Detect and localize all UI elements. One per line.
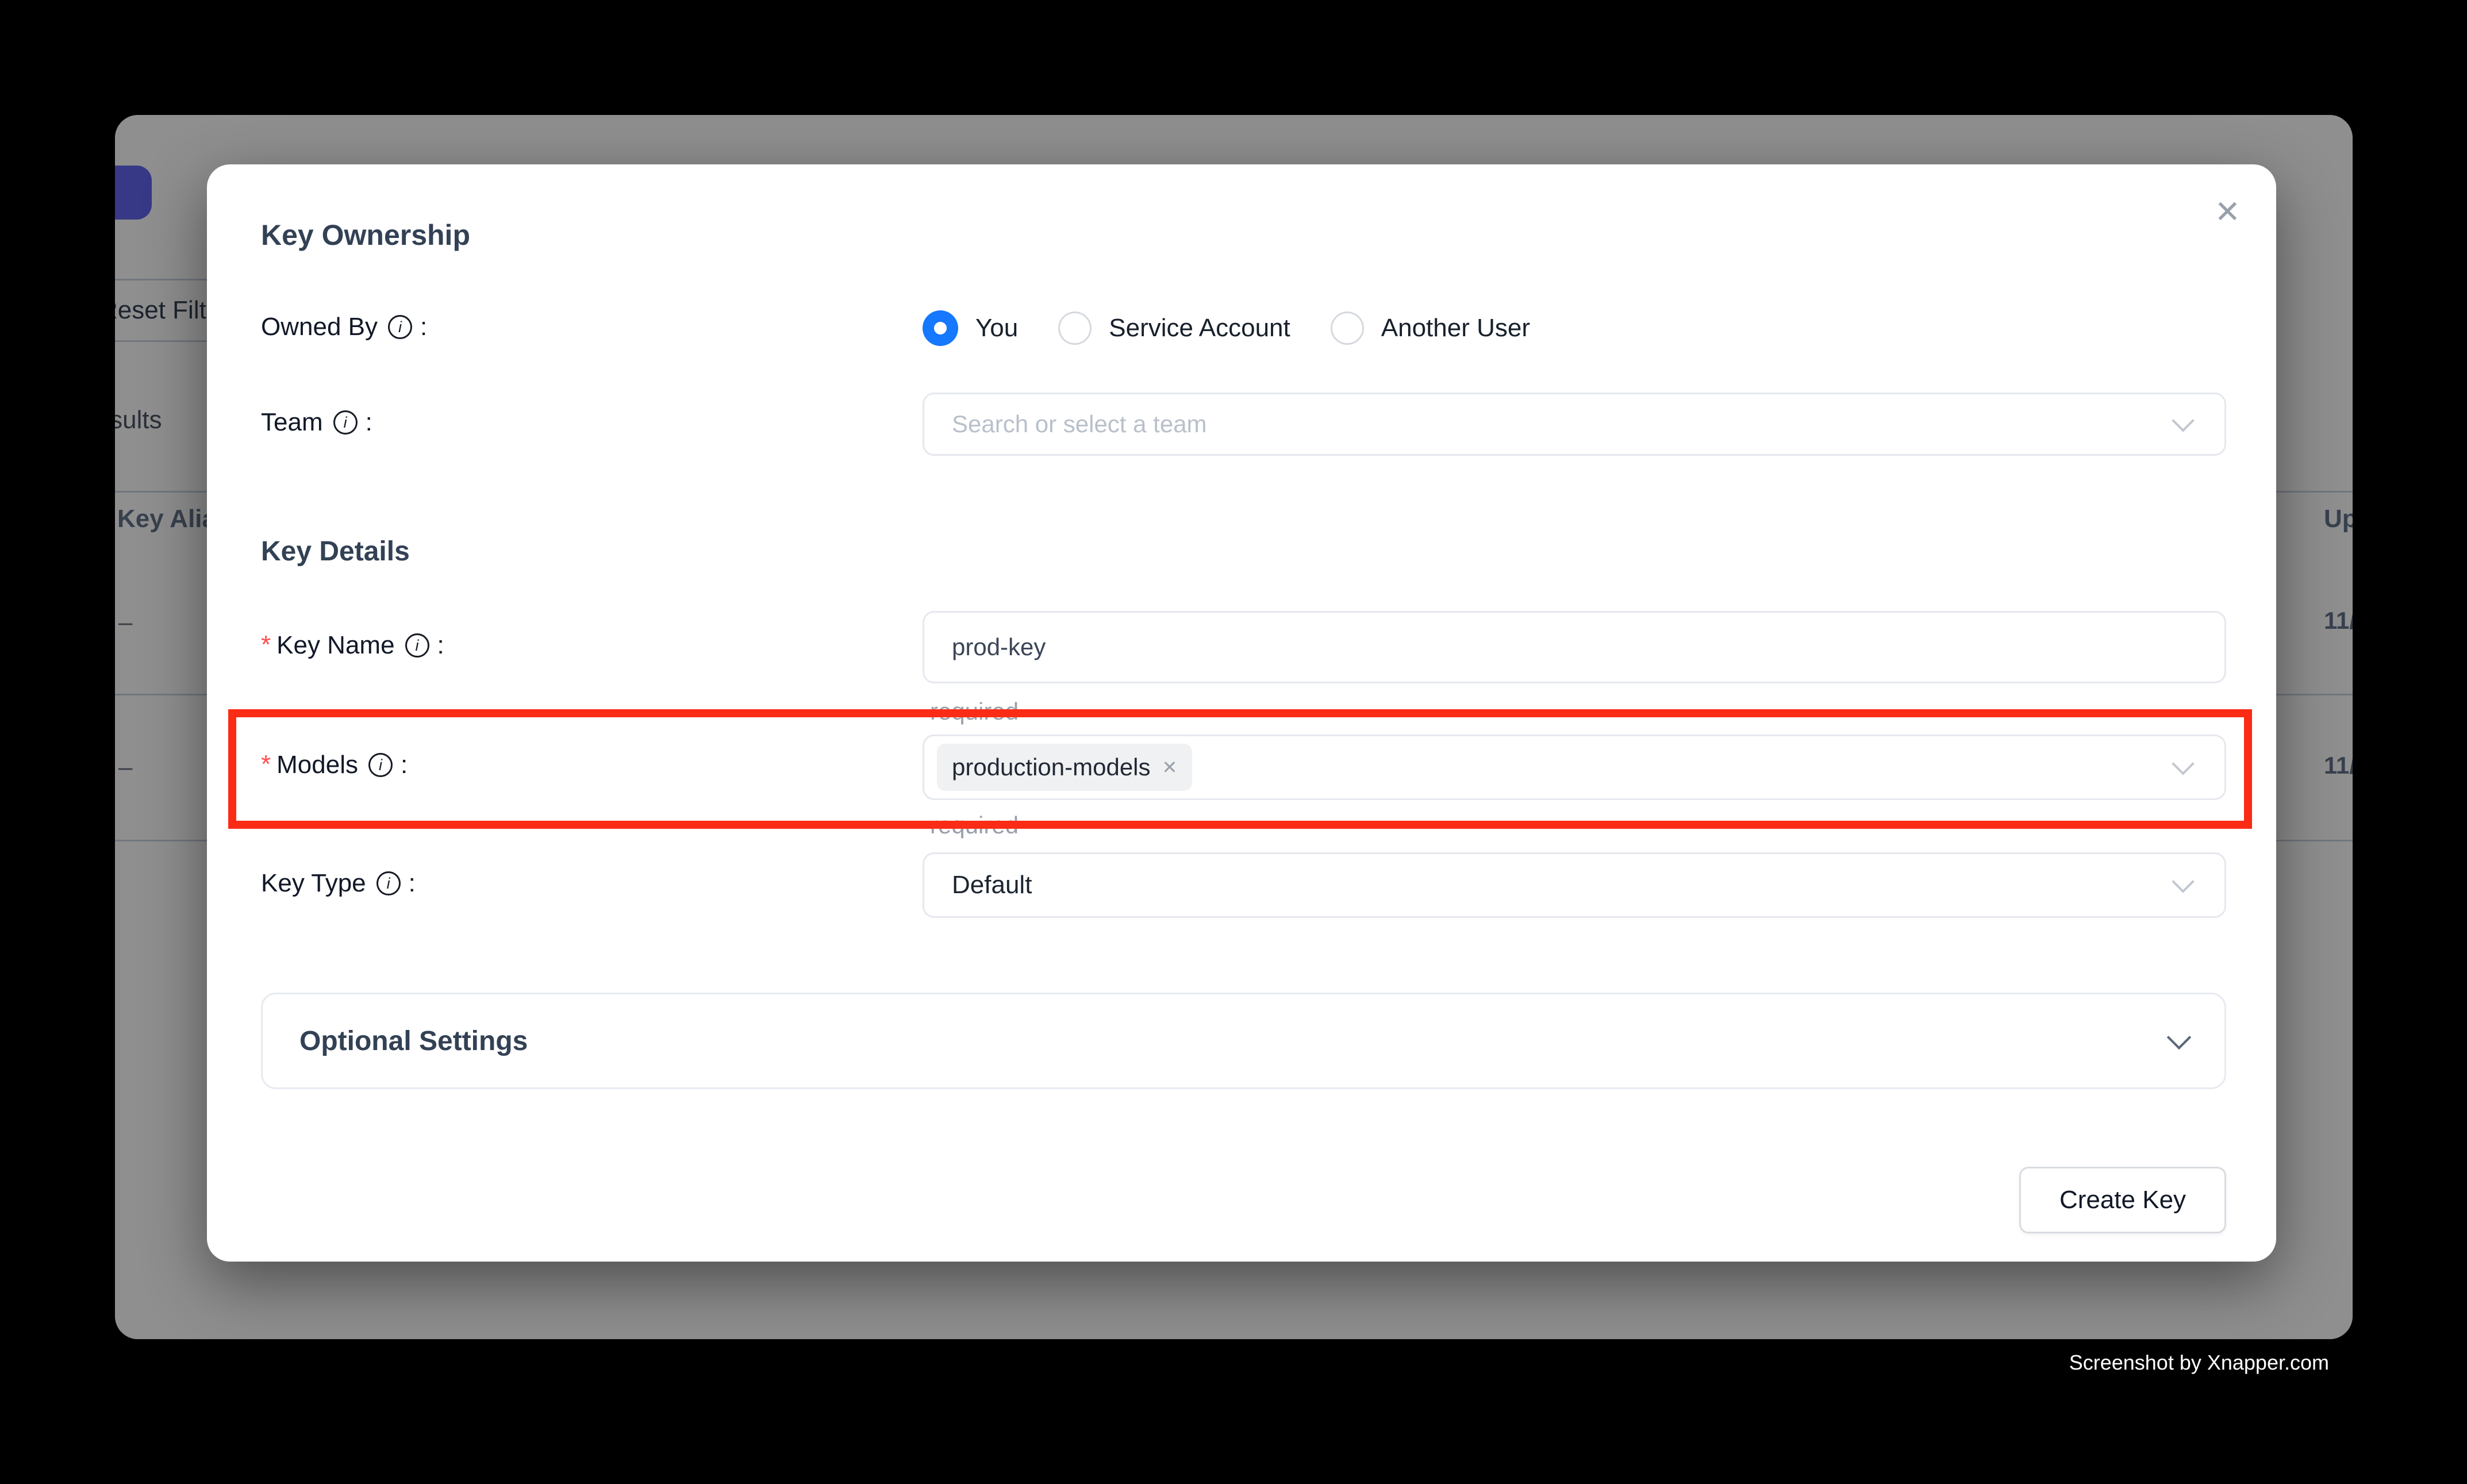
chevron-down-icon <box>2172 409 2195 432</box>
team-select[interactable]: Search or select a team <box>923 393 2226 456</box>
key-name-label: * Key Name i : <box>261 631 444 660</box>
owned-by-label: Owned By i : <box>261 313 427 341</box>
key-name-input[interactable] <box>923 611 2226 683</box>
info-icon[interactable]: i <box>333 410 358 435</box>
key-name-label-text: Key Name <box>276 631 394 660</box>
watermark: Screenshot by Xnapper.com <box>2069 1351 2329 1375</box>
info-glyph: i <box>398 318 402 336</box>
key-details-heading: Key Details <box>261 536 410 567</box>
colon: : <box>437 631 444 660</box>
info-glyph: i <box>344 414 347 432</box>
highlight-annotation <box>228 709 2252 829</box>
radio-label: Another User <box>1381 314 1530 343</box>
owned-by-radio-group: You Service Account Another User <box>923 310 1530 346</box>
info-icon[interactable]: i <box>388 315 412 339</box>
radio-option-you[interactable]: You <box>923 310 1018 346</box>
colon: : <box>420 313 427 341</box>
team-label: Team i : <box>261 408 372 437</box>
screenshot-canvas: Reset Filters results Key Alias Updated … <box>0 0 2467 1484</box>
optional-settings-label: Optional Settings <box>299 1025 528 1057</box>
info-icon[interactable]: i <box>405 633 429 658</box>
team-label-text: Team <box>261 408 323 437</box>
radio-unselected-icon <box>1331 312 1364 345</box>
key-type-label-text: Key Type <box>261 869 366 898</box>
radio-unselected-icon <box>1058 312 1092 345</box>
key-type-select[interactable]: Default <box>923 852 2226 918</box>
info-icon[interactable]: i <box>376 871 401 895</box>
key-type-selected-value: Default <box>952 871 1032 899</box>
create-key-button[interactable]: Create Key <box>2019 1167 2226 1233</box>
team-select-placeholder: Search or select a team <box>952 410 1207 438</box>
colon: : <box>409 869 416 898</box>
radio-option-another-user[interactable]: Another User <box>1331 312 1530 345</box>
optional-settings-toggle[interactable]: Optional Settings <box>261 993 2226 1089</box>
chevron-down-icon <box>2167 1025 2191 1049</box>
close-icon[interactable]: ✕ <box>2215 197 2241 228</box>
radio-option-service-account[interactable]: Service Account <box>1058 312 1290 345</box>
key-type-label: Key Type i : <box>261 869 416 898</box>
chevron-down-icon <box>2172 870 2195 893</box>
required-asterisk: * <box>261 631 271 659</box>
radio-label: You <box>975 314 1018 343</box>
colon: : <box>366 408 372 437</box>
info-glyph: i <box>387 875 390 893</box>
info-glyph: i <box>416 637 419 655</box>
radio-selected-icon <box>923 310 958 346</box>
radio-label: Service Account <box>1109 314 1290 343</box>
owned-by-label-text: Owned By <box>261 313 378 341</box>
modal-title: Key Ownership <box>261 218 470 252</box>
